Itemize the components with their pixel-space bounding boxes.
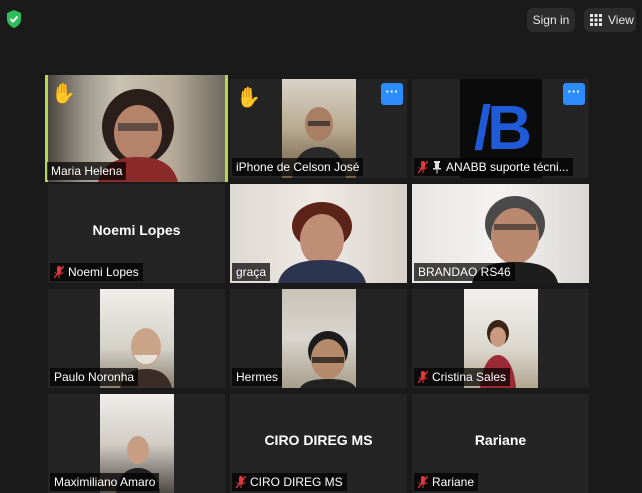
- participant-silhouette: [300, 331, 356, 388]
- video-tile-graca[interactable]: graça: [230, 184, 407, 283]
- participant-name: Rariane: [432, 475, 475, 489]
- participant-name: ANABB suporte técni...: [446, 160, 569, 174]
- anabb-logo-text: /B: [474, 94, 532, 163]
- raised-hand-icon: ✋: [236, 87, 261, 109]
- view-label: View: [608, 13, 634, 27]
- participant-name-tag: Cristina Sales: [414, 368, 511, 386]
- more-options-icon[interactable]: ···: [563, 83, 585, 105]
- participant-name: Paulo Noronha: [54, 370, 135, 384]
- participant-name: BRANDAO RS46: [418, 265, 511, 279]
- participant-name: Noemi Lopes: [68, 265, 139, 279]
- grid-view-icon: [590, 14, 602, 26]
- participant-name: Hermes: [236, 370, 279, 384]
- participant-name-tag: iPhone de Celson José: [232, 158, 364, 176]
- microphone-muted-icon: [418, 160, 428, 173]
- pin-icon: [433, 160, 441, 173]
- sign-in-button[interactable]: Sign in: [527, 8, 575, 32]
- participant-name: graça: [236, 265, 267, 279]
- raised-hand-icon: ✋: [51, 83, 76, 105]
- participant-display-name: Noemi Lopes: [92, 222, 181, 238]
- video-tile-maximiliano-amaro[interactable]: Maximiliano Amaro: [48, 394, 225, 493]
- participant-name-tag: graça: [232, 263, 271, 281]
- participant-name-tag: Paulo Noronha: [50, 368, 139, 386]
- participant-name-tag: Maximiliano Amaro: [50, 473, 160, 491]
- participant-name-tag: Noemi Lopes: [50, 263, 143, 281]
- participant-display-name: Rariane: [474, 432, 527, 448]
- video-tile-cristina-sales[interactable]: Cristina Sales: [412, 289, 589, 388]
- participant-name: iPhone de Celson José: [236, 160, 360, 174]
- participant-name: CIRO DIREG MS: [250, 475, 343, 489]
- video-tile-brandao-rs46[interactable]: BRANDAO RS46: [412, 184, 589, 283]
- shield-check-icon[interactable]: [5, 9, 23, 29]
- more-options-icon[interactable]: ···: [381, 83, 403, 105]
- participant-name: Maximiliano Amaro: [54, 475, 156, 489]
- participant-display-name: CIRO DIREG MS: [264, 432, 373, 448]
- microphone-muted-icon: [54, 265, 64, 278]
- microphone-muted-icon: [236, 475, 246, 488]
- participant-name-tag: Maria Helena: [47, 162, 127, 180]
- video-tile-celson-jose[interactable]: ✋ ··· iPhone de Celson José: [230, 79, 407, 178]
- participant-name-tag: ANABB suporte técni...: [414, 158, 573, 176]
- microphone-muted-icon: [418, 475, 428, 488]
- video-tile-rariane[interactable]: Rariane Rariane: [412, 394, 589, 493]
- video-tile-anabb-suporte[interactable]: /B ··· ANABB suporte técni...: [412, 79, 589, 178]
- video-tile-maria-helena[interactable]: ✋ Maria Helena: [45, 75, 228, 182]
- video-tile-paulo-noronha[interactable]: Paulo Noronha: [48, 289, 225, 388]
- video-tile-noemi-lopes[interactable]: Noemi Lopes Noemi Lopes: [48, 184, 225, 283]
- participant-name-tag: Rariane: [414, 473, 479, 491]
- participant-name-tag: Hermes: [232, 368, 283, 386]
- participant-name: Maria Helena: [51, 164, 123, 178]
- video-tile-ciro-direg-ms[interactable]: CIRO DIREG MS CIRO DIREG MS: [230, 394, 407, 493]
- participant-name-tag: CIRO DIREG MS: [232, 473, 347, 491]
- participant-name-tag: BRANDAO RS46: [414, 263, 515, 281]
- video-tile-hermes[interactable]: Hermes: [230, 289, 407, 388]
- participant-video: [282, 289, 356, 388]
- microphone-muted-icon: [418, 370, 428, 383]
- view-button[interactable]: View: [584, 8, 636, 32]
- participant-name: Cristina Sales: [432, 370, 507, 384]
